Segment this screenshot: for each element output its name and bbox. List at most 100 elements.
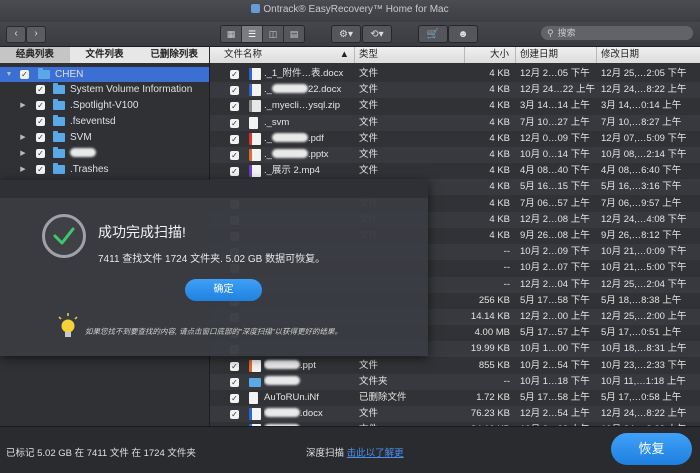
tree-checkbox[interactable]: ✓ bbox=[36, 85, 45, 94]
collapse-arrow-icon[interactable]: ▶ bbox=[19, 130, 27, 145]
back-button[interactable]: ‹ bbox=[6, 26, 26, 43]
file-checkbox[interactable]: ✓ bbox=[230, 102, 239, 112]
file-modified-date: 10月 11,…1:18 上午 bbox=[601, 375, 686, 387]
column-created-label: 创建日期 bbox=[520, 49, 559, 60]
file-checkbox[interactable]: ✓ bbox=[230, 134, 239, 144]
tree-checkbox[interactable]: ✓ bbox=[36, 133, 45, 142]
file-row[interactable]: ✓ ._myecli…ysql.zip 文件 4 KB 3月 14…14 上午 3月 14… bbox=[210, 98, 700, 114]
file-row[interactable]: ✓ ._ 22.docx 文件 4 KB 12月 24…22 上午 12月 24,…8:22… bbox=[210, 82, 700, 99]
file-modified-date: 12月 24,…8:22 上午 bbox=[601, 84, 687, 96]
grid-view-icon[interactable]: ▦ bbox=[221, 26, 242, 42]
sort-arrow-icon: ▲ bbox=[339, 49, 349, 60]
folder-icon bbox=[53, 147, 65, 158]
file-checkbox[interactable]: ✓ bbox=[230, 151, 239, 160]
recover-button[interactable]: 恢复 bbox=[611, 433, 692, 465]
status-bar: 已标记 5.02 GB 在 7411 文件 在 1724 文件夹 深度扫描 击此… bbox=[0, 426, 700, 473]
collapse-arrow-icon[interactable]: ▶ bbox=[19, 98, 27, 113]
file-modified-date: 12月 24,…8:22 上午 bbox=[601, 408, 687, 420]
column-header-modified[interactable]: 修改日期 bbox=[597, 47, 700, 63]
tree-item-label: CHEN bbox=[55, 69, 84, 80]
tree-checkbox[interactable]: ✓ bbox=[36, 165, 45, 174]
file-icon bbox=[249, 149, 261, 161]
cover-flow-icon[interactable]: ▤ bbox=[284, 26, 304, 42]
tree-item-chen[interactable]: ▼ ✓ CHEN bbox=[0, 67, 209, 82]
tree-item-spotlight[interactable]: ▶ ✓ .Spotlight-V100 bbox=[0, 98, 209, 113]
tree-checkbox[interactable]: ✓ bbox=[36, 117, 45, 126]
file-size: 4 KB bbox=[489, 230, 510, 241]
file-size: 4 KB bbox=[489, 84, 510, 96]
redacted-label bbox=[70, 146, 96, 161]
expand-arrow-icon[interactable]: ▼ bbox=[5, 67, 13, 82]
file-size: 4 KB bbox=[489, 165, 510, 177]
file-row[interactable]: ✓ ._ .pptx 文件 4 KB 10月 0…14 下午 10月 08,…2:14 下午 bbox=[210, 147, 700, 163]
tree-item-system-volume-information[interactable]: ✓ System Volume Information bbox=[0, 82, 209, 97]
column-view-icon[interactable]: ◫ bbox=[263, 26, 284, 42]
tree-item-trashes[interactable]: ▶ ✓ .Trashes bbox=[0, 162, 209, 177]
file-row[interactable]: ✓ ._1_附件…表.docx 文件 4 KB 12月 2…05 下午 12月 25,…2… bbox=[210, 66, 700, 82]
ok-button[interactable]: 确定 bbox=[185, 279, 262, 301]
tab-classic-list[interactable]: 经典列表 bbox=[0, 47, 70, 63]
file-checkbox[interactable]: ✓ bbox=[230, 377, 239, 387]
chevron-right-icon: › bbox=[34, 28, 38, 39]
tree-item-label: System Volume Information bbox=[70, 84, 193, 95]
column-size-label: 大小 bbox=[489, 49, 509, 60]
file-modified-date: 10月 21,…0:09 下午 bbox=[601, 246, 687, 258]
tree-checkbox[interactable]: ✓ bbox=[36, 149, 45, 158]
collapse-arrow-icon[interactable]: ▶ bbox=[19, 146, 27, 161]
tab-deleted-list[interactable]: 已删除列表 bbox=[139, 47, 209, 63]
tree-item-fseventsd[interactable]: ✓ .fseventsd bbox=[0, 114, 209, 129]
scan-complete-dialog: 成功完成扫描! 7411 查找文件 1724 文件夹. 5.02 GB 数据可恢… bbox=[0, 180, 428, 356]
file-checkbox[interactable]: ✓ bbox=[230, 86, 239, 96]
file-row[interactable]: ✓ AuToRUn.iNf 已删除文件 1.72 KB 5月 17…58 上午 5月 17… bbox=[210, 390, 700, 406]
cart-button[interactable]: 🛒 bbox=[418, 25, 448, 43]
search-input[interactable]: ⚲ 搜索 bbox=[541, 26, 693, 40]
file-modified-date: 12月 25,…2:00 上午 bbox=[601, 311, 687, 322]
redacted-text bbox=[271, 84, 308, 94]
tree-item-redacted[interactable]: ▶ ✓ bbox=[0, 146, 209, 161]
file-checkbox[interactable]: ✓ bbox=[230, 167, 239, 177]
title-bar: Ontrack® EasyRecovery™ Home for Mac bbox=[0, 0, 700, 23]
file-size: 1.72 KB bbox=[476, 392, 510, 403]
file-checkbox[interactable]: ✓ bbox=[230, 410, 239, 420]
file-checkbox[interactable]: ✓ bbox=[230, 118, 239, 128]
file-modified-date: 10月 23,…2:33 下午 bbox=[601, 359, 687, 371]
user-icon: ☻ bbox=[457, 28, 469, 40]
file-checkbox[interactable]: ✓ bbox=[230, 70, 239, 79]
account-button[interactable]: ☻ bbox=[448, 25, 478, 43]
file-created-date: 7月 10…27 上午 bbox=[520, 116, 590, 128]
file-created-date: 12月 2…05 下午 bbox=[520, 68, 590, 79]
file-type: 文件 bbox=[359, 149, 379, 160]
file-checkbox[interactable]: ✓ bbox=[230, 394, 239, 403]
file-icon bbox=[249, 165, 261, 178]
file-row[interactable]: ✓ ._ .pdf 文件 4 KB 12月 0…09 下午 12月 07,…5:09 下午 bbox=[210, 131, 700, 147]
settings-button[interactable]: ⚙▾ bbox=[331, 25, 361, 43]
column-header-created[interactable]: 创建日期 bbox=[516, 47, 597, 63]
file-row[interactable]: ✓ ._展示 2.mp4 文件 4 KB 4月 08…40 下午 4月 08,…6:40 … bbox=[210, 163, 700, 179]
tree-item-label: SVM bbox=[70, 132, 92, 143]
tree-checkbox[interactable]: ✓ bbox=[20, 70, 29, 79]
file-checkbox[interactable]: ✓ bbox=[230, 361, 239, 371]
file-row[interactable]: ✓ 文件夹 -- 10月 1…18 下午 10月 11,…1:18 上午 bbox=[210, 373, 700, 390]
file-type: 文件 bbox=[359, 359, 379, 371]
file-icon bbox=[249, 408, 261, 421]
file-created-date: 10月 2…54 下午 bbox=[520, 359, 590, 371]
tab-file-list[interactable]: 文件列表 bbox=[70, 47, 140, 63]
file-row[interactable]: ✓ .ppt 文件 855 KB 10月 2…54 下午 10月 23,…2:33 下午 bbox=[210, 358, 700, 374]
deep-scan-link[interactable]: 击此以了解更 bbox=[347, 448, 404, 459]
file-row[interactable]: ✓ ._svm 文件 4 KB 7月 10…27 上午 7月 10,…8:27 上午 bbox=[210, 114, 700, 131]
column-header-name[interactable]: 文件名称 ▲ bbox=[210, 47, 355, 63]
collapse-arrow-icon[interactable]: ▶ bbox=[19, 162, 27, 177]
file-size: -- bbox=[503, 375, 510, 387]
forward-button[interactable]: › bbox=[26, 26, 46, 43]
list-view-icon[interactable]: ☰ bbox=[242, 26, 263, 42]
tree-checkbox[interactable]: ✓ bbox=[36, 101, 45, 110]
folder-icon bbox=[53, 83, 65, 94]
column-header-size[interactable]: 大小 bbox=[465, 47, 516, 63]
history-button[interactable]: ⟲▾ bbox=[362, 25, 392, 43]
column-header-type[interactable]: 类型 bbox=[355, 47, 465, 63]
file-modified-date: 10月 08,…2:14 下午 bbox=[601, 149, 687, 160]
tree-item-svm[interactable]: ▶ ✓ SVM bbox=[0, 130, 209, 145]
file-row[interactable]: ✓ .docx 文件 76.23 KB 12月 2…54 上午 12月 24,…8:22 … bbox=[210, 406, 700, 423]
file-size: -- bbox=[503, 246, 510, 258]
file-type: 文件夹 bbox=[359, 375, 388, 387]
